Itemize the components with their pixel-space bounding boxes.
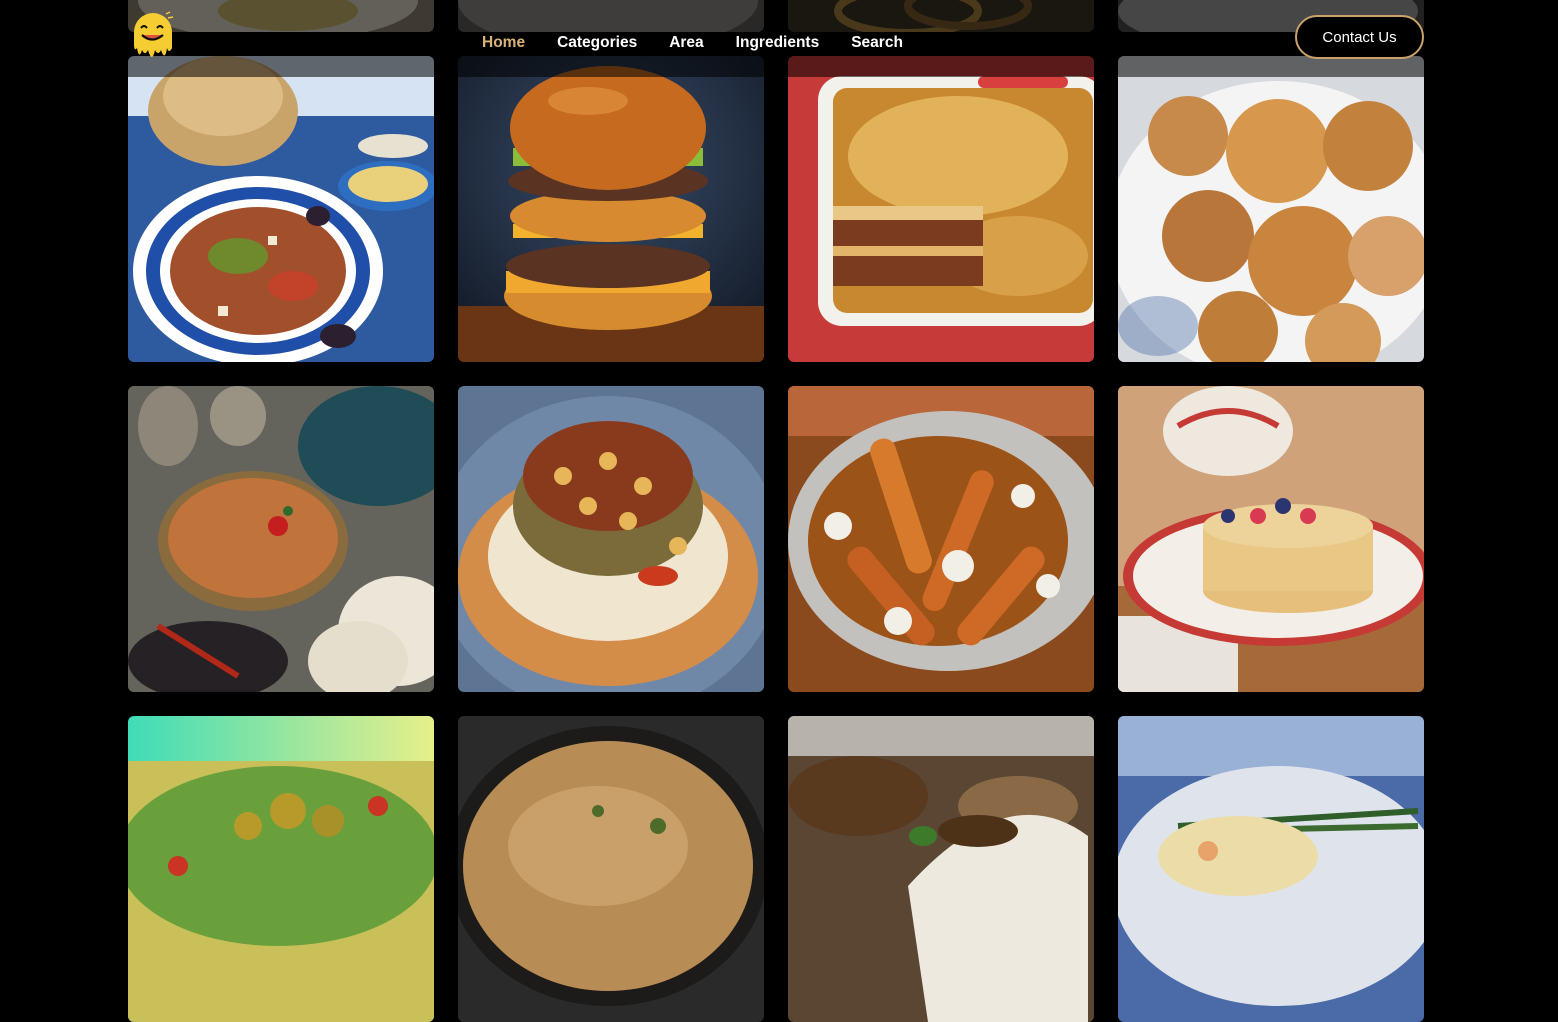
meal-card[interactable]	[788, 56, 1094, 362]
meal-card[interactable]	[458, 56, 764, 362]
meal-card[interactable]	[1118, 56, 1424, 362]
chicken-wrap-photo	[788, 716, 1094, 1022]
meal-card[interactable]	[788, 386, 1094, 692]
meal-card[interactable]	[458, 716, 764, 1022]
meal-grid	[128, 0, 1424, 1022]
main-nav: Home Categories Area Ingredients Search	[466, 32, 919, 54]
burger-photo	[458, 56, 764, 362]
smiley-drip-logo-icon[interactable]	[130, 10, 176, 64]
contact-us-button[interactable]: Contact Us	[1295, 15, 1424, 59]
nav-home[interactable]: Home	[466, 32, 541, 54]
nav-search[interactable]: Search	[835, 32, 919, 54]
meal-card[interactable]	[1118, 386, 1424, 692]
lentil-soup-photo	[128, 386, 434, 692]
meal-card[interactable]	[788, 716, 1094, 1022]
meal-card[interactable]	[1118, 716, 1424, 1022]
nav-ingredients[interactable]: Ingredients	[720, 32, 836, 54]
lasagna-photo	[788, 56, 1094, 362]
meal-card[interactable]	[128, 716, 434, 1022]
meal-card[interactable]	[458, 386, 764, 692]
fish-pie-photo	[1118, 716, 1424, 1022]
koshari-photo	[458, 386, 764, 692]
nav-area[interactable]: Area	[653, 32, 719, 54]
sugared-fritters-photo	[1118, 56, 1424, 362]
tunisian-salad-photo	[128, 56, 434, 362]
baked-casserole-photo	[458, 716, 764, 1022]
poutine-photo	[788, 386, 1094, 692]
meal-card[interactable]	[128, 386, 434, 692]
pancakes-photo	[1118, 386, 1424, 692]
meal-card[interactable]	[128, 56, 434, 362]
nachos-photo	[128, 716, 434, 1022]
nav-categories[interactable]: Categories	[541, 32, 653, 54]
